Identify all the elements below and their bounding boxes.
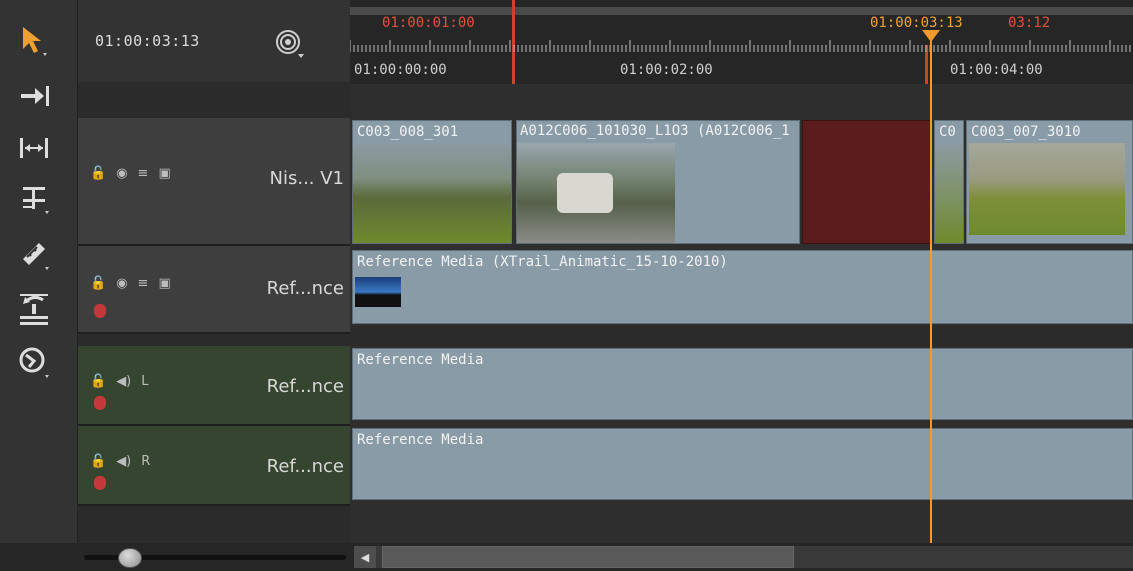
clip-thumbnail [969,143,1125,235]
multitrack-icon[interactable] [14,344,54,380]
clip-thumbnail [355,277,401,307]
playhead[interactable] [930,30,932,543]
clip-label: C003_007_3010 [971,124,1081,140]
clip-audio-left[interactable]: Reference Media [352,348,1133,420]
track-gap [350,326,1133,346]
track-name-audio-left: Ref...nce [266,376,344,397]
out-marker-label: 03:12 [1008,15,1051,31]
eye-icon[interactable]: ◉ [116,166,127,181]
snap-icon[interactable] [272,26,306,60]
track-header-audio-right[interactable]: 🔓 ◀) R Ref...nce [78,426,350,506]
track-name-video1: Nis... V1 [269,168,345,189]
clip-v1-4[interactable]: C003_007_3010 [966,120,1133,244]
track-name-audio-right: Ref...nce [266,456,344,477]
disk-icon[interactable]: ▣ [158,276,170,291]
red-tag-icon [94,396,106,410]
disk-icon[interactable]: ▣ [158,166,170,181]
speaker-icon[interactable]: ◀) [116,454,131,469]
in-marker-label: 01:00:01:00 [382,15,475,31]
playhead-timecode-label: 01:00:03:13 [870,15,963,31]
retime-icon[interactable] [14,292,54,328]
red-tag-icon [94,476,106,490]
clip-audio-right[interactable]: Reference Media [352,428,1133,500]
channel-right-dropdown[interactable]: R [141,454,150,469]
track-select-icon[interactable] [14,78,54,114]
ruler-range-bar [350,7,1133,15]
scroll-left-arrow-icon[interactable]: ◀ [354,546,376,568]
track-header-audio-left[interactable]: 🔓 ◀) L Ref...nce [78,346,350,426]
playhead-handle[interactable] [922,30,940,42]
clip-thumbnail [517,143,675,243]
slip-icon[interactable] [14,180,54,216]
ruler-ticks [350,40,1131,52]
ruler-label-1: 01:00:02:00 [620,62,713,78]
channel-left-dropdown[interactable]: L [141,374,148,389]
timeline-ruler[interactable]: 01:00:01:00 01:00:03:13 03:12 01:00:00:0… [350,0,1133,84]
eye-icon[interactable]: ◉ [116,276,127,291]
track-name-video2: Ref...nce [266,278,344,299]
lock-icon[interactable]: 🔓 [90,276,106,291]
track-header-video2[interactable]: 🔓 ◉ ≡ ▣ Ref...nce [78,246,350,334]
tracks-area[interactable]: C003_008_301 A012C006_101030_L1O3 (A012C… [350,84,1133,543]
track-header-video1[interactable]: 🔓 ◉ ≡ ▣ Nis... V1 [78,118,350,246]
tool-strip [0,0,78,571]
razor-icon[interactable] [14,236,54,272]
clip-v1-1[interactable]: C003_008_301 [352,120,512,244]
clip-label: Reference Media [357,352,484,368]
layers-icon[interactable]: ≡ [138,276,149,291]
ruler-label-2: 01:00:04:00 [950,62,1043,78]
ruler-label-0: 01:00:00:00 [354,62,447,78]
lock-icon[interactable]: 🔓 [90,374,106,389]
clip-label: C003_008_301 [357,124,459,140]
lock-icon[interactable]: 🔓 [90,454,106,469]
red-tag-icon [94,304,106,318]
zoom-slider-knob[interactable] [118,548,142,568]
layers-icon[interactable]: ≡ [138,166,149,181]
clip-thumbnail [353,143,511,243]
ripple-icon[interactable] [14,130,54,166]
clip-thumbnail [935,143,963,243]
speaker-icon[interactable]: ◀) [116,374,131,389]
clip-v1-2-selected[interactable] [802,120,932,244]
select-tool-icon[interactable] [14,22,54,58]
scrollbar-thumb[interactable] [382,546,794,568]
clip-v1-3[interactable]: C0 [934,120,964,244]
clip-label: A012C006_101030_L1O3 (A012C006_1 [520,123,790,139]
clip-label: C0 [939,124,956,140]
clip-label: Reference Media [357,432,484,448]
lock-icon[interactable]: 🔓 [90,166,106,181]
current-timecode[interactable]: 01:00:03:13 [95,26,265,52]
clip-v2-reference[interactable]: Reference Media (XTrail_Animatic_15-10-2… [352,250,1133,324]
clip-label: Reference Media (XTrail_Animatic_15-10-2… [357,254,728,270]
